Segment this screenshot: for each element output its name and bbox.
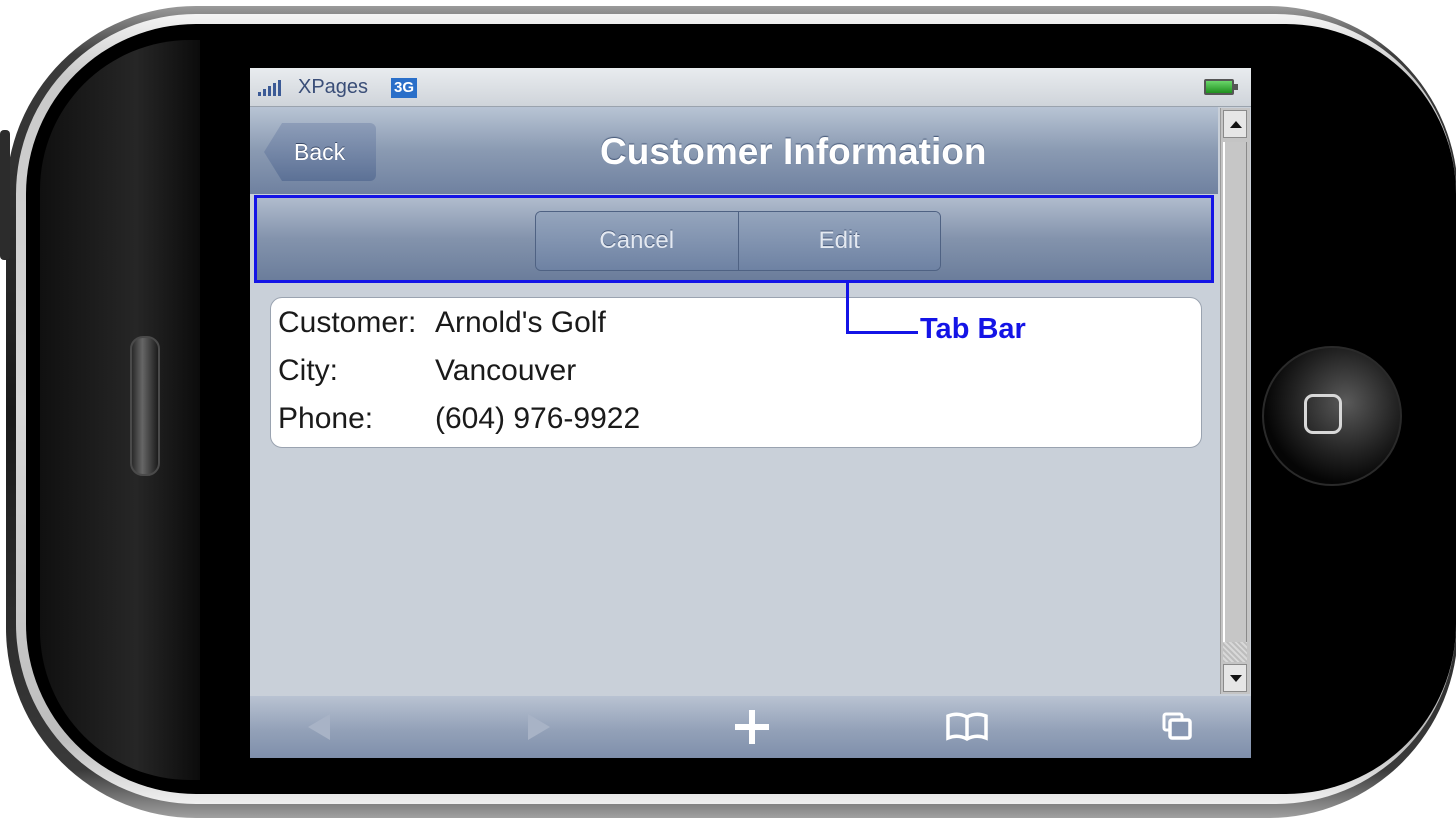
scroll-up-button[interactable] [1223, 110, 1247, 138]
signal-strength-icon [258, 80, 281, 96]
page-title: Customer Information [600, 131, 987, 172]
phone-left-panel [40, 40, 200, 780]
phone-label: Phone: [278, 402, 374, 435]
back-button-label: Back [294, 139, 346, 165]
phone-value: (604) 976-9922 [435, 402, 641, 435]
segmented-control: Cancel Edit [535, 211, 941, 271]
carrier-name: XPages [298, 76, 369, 98]
side-button [0, 130, 10, 260]
bookmarks-icon [946, 712, 988, 742]
scroll-down-button[interactable] [1223, 664, 1247, 692]
vertical-scrollbar[interactable] [1220, 108, 1250, 694]
pages-button[interactable] [1152, 704, 1206, 750]
network-badge: 3G [391, 78, 418, 98]
add-bookmark-button[interactable] [725, 704, 779, 750]
city-label: City: [278, 354, 338, 387]
scroll-thumb[interactable] [1223, 142, 1247, 662]
arrow-down-icon [1230, 675, 1242, 682]
annotation-label: Tab Bar [920, 313, 1026, 345]
tab-bar: Cancel Edit [254, 195, 1214, 283]
device-screen: XPages 3G Back Customer Information Canc… [250, 68, 1251, 758]
back-button[interactable]: Back [264, 123, 376, 181]
annotation-connector-horizontal [846, 331, 918, 334]
back-arrow-icon [308, 714, 330, 740]
scroll-grip[interactable] [1223, 642, 1247, 662]
battery-charging-icon [1204, 79, 1238, 95]
browser-back-button[interactable] [292, 704, 346, 750]
customer-info-card: Customer: Arnold's Golf City: Vancouver … [270, 297, 1202, 448]
browser-toolbar [250, 696, 1251, 758]
cancel-button[interactable]: Cancel [536, 212, 738, 270]
forward-arrow-icon [528, 714, 550, 740]
browser-forward-button[interactable] [512, 704, 566, 750]
annotation-connector-vertical [846, 283, 849, 334]
pages-icon [1162, 712, 1192, 740]
arrow-up-icon [1230, 121, 1242, 128]
navigation-bar: Back Customer Information [250, 107, 1218, 194]
speaker-icon [130, 336, 160, 476]
status-bar: XPages 3G [250, 68, 1251, 107]
city-value: Vancouver [435, 354, 577, 387]
customer-label: Customer: [278, 306, 417, 339]
bookmarks-button[interactable] [940, 704, 994, 750]
home-square-icon [1304, 394, 1342, 434]
customer-value: Arnold's Golf [435, 306, 606, 339]
edit-button[interactable]: Edit [737, 212, 940, 270]
